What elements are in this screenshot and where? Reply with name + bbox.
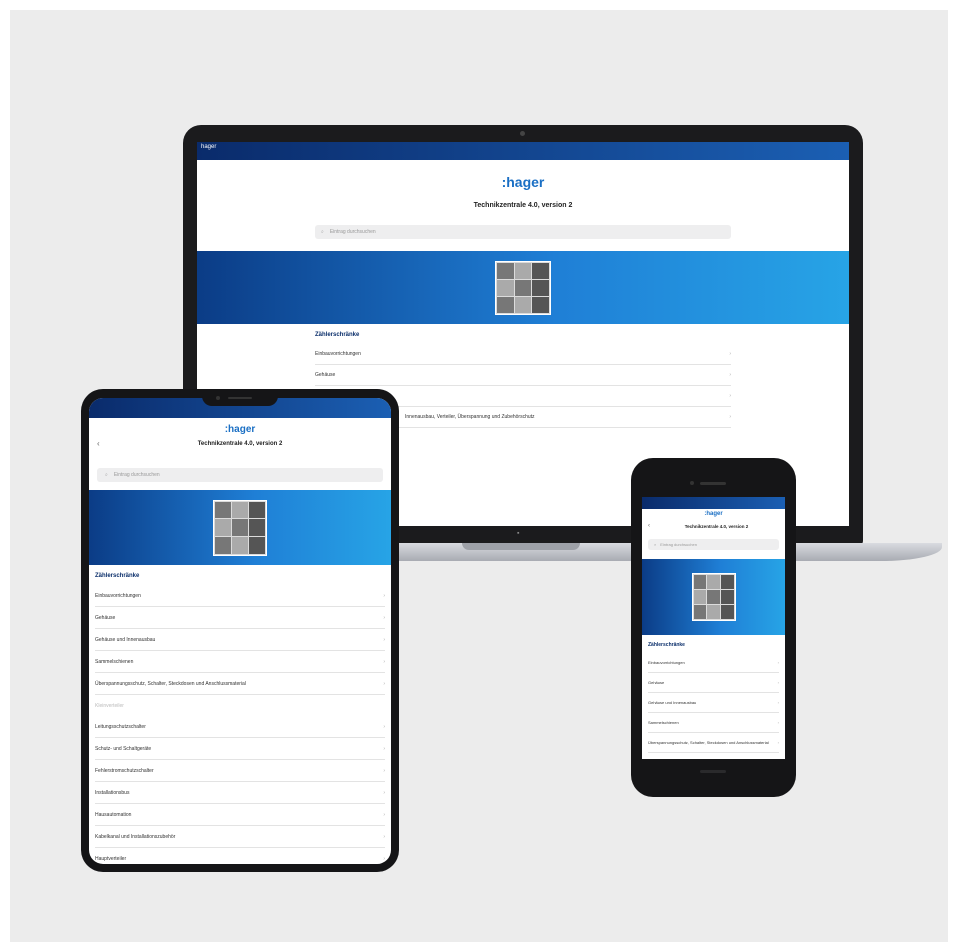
search-input[interactable]: ⌕ Eintrag durchsuchen: [315, 225, 731, 239]
list-item[interactable]: Überspannungsschutz, Schalter, Steckdose…: [648, 733, 779, 753]
phone-home-indicator: [700, 770, 726, 773]
chevron-right-icon: ›: [383, 767, 385, 774]
list-item[interactable]: Kabelkanal und Installationszubehör ›: [95, 826, 385, 848]
list-subheading: Kleinverteiler: [95, 702, 124, 709]
page-title: Technikzentrale 4.0, version 2: [197, 440, 283, 447]
list-item[interactable]: Gehäuse ›: [95, 607, 385, 629]
list-item[interactable]: Schutz- und Schaltgeräte ›: [95, 738, 385, 760]
search-icon: ⌕: [654, 542, 657, 547]
chevron-right-icon: ›: [383, 680, 385, 687]
list-item[interactable]: Leitungsschutzschalter ›: [95, 716, 385, 738]
list-item[interactable]: Einbauvorrichtungen ›: [315, 344, 731, 365]
phone-camera-icon: [690, 481, 694, 485]
search-placeholder: Eintrag durchsuchen: [329, 229, 376, 235]
chevron-right-icon: ›: [383, 723, 385, 730]
app-top-bar: [642, 497, 785, 509]
chevron-right-icon: ›: [729, 393, 731, 399]
chevron-right-icon: ›: [383, 636, 385, 643]
list-item[interactable]: Gehäuse und Innenausbau ›: [648, 693, 779, 713]
tablet-camera-icon: [216, 396, 220, 400]
list-item[interactable]: Überspannungsschutz, Schalter, Steckdose…: [95, 673, 385, 695]
chevron-right-icon: ›: [729, 351, 731, 357]
list-item[interactable]: Einbauvorrichtungen ›: [648, 653, 779, 673]
list-item[interactable]: Installationsbus ›: [95, 782, 385, 804]
hero-banner: [197, 251, 849, 324]
tablet-speaker-icon: [228, 397, 252, 399]
search-icon: ⌕: [321, 229, 324, 235]
chevron-right-icon: ›: [383, 811, 385, 818]
search-icon: ⌕: [105, 472, 108, 478]
page-header: ‹ Technikzentrale 4.0, version 2: [89, 439, 391, 448]
chevron-right-icon: ›: [777, 680, 779, 685]
page-title: Technikzentrale 4.0, version 2: [473, 202, 573, 209]
list-item[interactable]: Hauptverteiler ›: [95, 848, 385, 864]
chevron-right-icon: ›: [383, 855, 385, 862]
tablet-screen: :hager ‹ Technikzentrale 4.0, version 2 …: [89, 398, 391, 864]
chevron-right-icon: ›: [777, 720, 779, 725]
back-arrow-icon[interactable]: ‹: [648, 523, 662, 529]
tablet-notch: [202, 390, 278, 406]
hero-banner: [89, 490, 391, 565]
search-placeholder: Eintrag durchsuchen: [660, 542, 697, 547]
chevron-right-icon: ›: [383, 833, 385, 840]
chevron-right-icon: ›: [383, 745, 385, 752]
laptop-camera-icon: [520, 131, 525, 136]
list-item[interactable]: Sammelschienen ›: [648, 713, 779, 733]
list-item[interactable]: Gehäuse ›: [648, 673, 779, 693]
phone-screen: :hager ‹ Technikzentrale 4.0, version 2 …: [642, 497, 785, 759]
chevron-right-icon: ›: [383, 592, 385, 599]
laptop-brand-mark-icon: ▪: [517, 530, 520, 537]
list-item[interactable]: Hausautomation ›: [95, 804, 385, 826]
product-thumbnail: [495, 260, 551, 315]
chevron-right-icon: ›: [729, 414, 731, 420]
chevron-right-icon: ›: [383, 789, 385, 796]
chevron-right-icon: ›: [777, 740, 779, 745]
laptop-opening-notch: [462, 543, 580, 550]
list-item[interactable]: Gehäuse ›: [315, 365, 731, 386]
page-header: ‹ Technikzentrale 4.0, version 2: [642, 523, 785, 529]
section-heading: Zählerschränke: [95, 573, 140, 579]
product-thumbnail: [213, 499, 267, 556]
phone-speaker-icon: [700, 482, 726, 485]
category-list: Zählerschränke Einbauvorrichtungen › Gehä…: [642, 635, 785, 753]
list-item[interactable]: Gehäuse und Innenausbau ›: [95, 629, 385, 651]
chevron-right-icon: ›: [383, 614, 385, 621]
chevron-right-icon: ›: [777, 660, 779, 665]
search-placeholder: Eintrag durchsuchen: [113, 472, 160, 478]
list-item[interactable]: Sammelschienen ›: [95, 651, 385, 673]
chevron-right-icon: ›: [729, 372, 731, 378]
product-thumbnail: [691, 573, 736, 621]
search-input[interactable]: ⌕ Eintrag durchsuchen: [97, 468, 383, 482]
hager-logo: :hager: [704, 511, 723, 517]
hager-logo: :hager: [224, 424, 256, 435]
category-list: Zählerschränke Einbauvorrichtungen › Gehä…: [89, 565, 391, 864]
list-item[interactable]: Fehlerstromschutzschalter ›: [95, 760, 385, 782]
list-item[interactable]: Einbauvorrichtungen ›: [95, 585, 385, 607]
search-input[interactable]: ⌕ Eintrag durchsuchen: [648, 539, 779, 550]
section-heading: Zählerschränke: [315, 332, 360, 338]
hero-banner: [642, 559, 785, 635]
section-heading: Zählerschränke: [648, 642, 685, 648]
app-top-bar: hager: [197, 142, 849, 160]
hager-logo: :hager: [501, 174, 545, 190]
chevron-right-icon: ›: [383, 658, 385, 665]
page-title: Technikzentrale 4.0, version 2: [684, 523, 749, 529]
back-arrow-icon[interactable]: ‹: [97, 439, 117, 448]
chevron-right-icon: ›: [777, 700, 779, 705]
